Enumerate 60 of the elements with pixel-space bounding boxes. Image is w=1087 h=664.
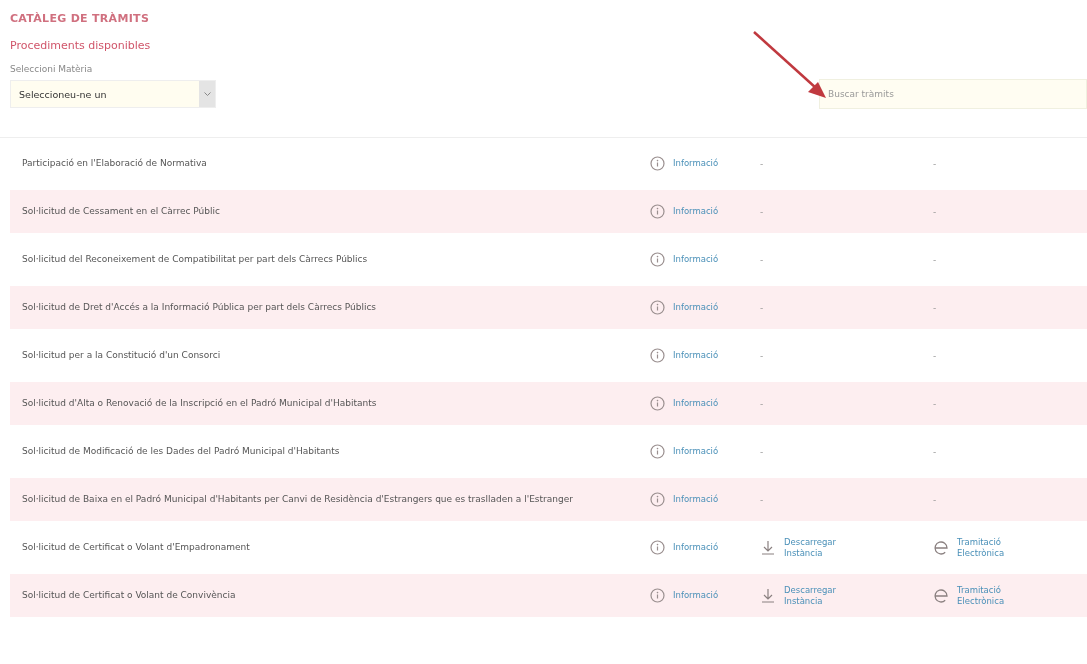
procedure-name: Sol·licitud d'Alta o Renovació de la Inscripció en el Padró Municipal d'Habitants xyxy=(21,397,378,410)
empty-dash: - xyxy=(933,350,937,361)
search-field[interactable]: Buscar tràmits xyxy=(819,79,1087,109)
information-link[interactable]: Informació xyxy=(673,206,735,217)
info-icon xyxy=(650,252,665,267)
processing-link[interactable]: Tramitació Electrònica xyxy=(957,584,1019,607)
download-icon xyxy=(760,587,776,604)
procedure-name: Participació en l'Elaboració de Normativa xyxy=(21,157,208,170)
download-link[interactable]: Descarregar Instància xyxy=(784,584,846,607)
info-icon xyxy=(650,156,665,171)
information-link[interactable]: Informació xyxy=(673,302,735,313)
empty-dash: - xyxy=(760,350,764,361)
e-icon xyxy=(933,587,949,604)
info-icon xyxy=(650,204,665,219)
information-link[interactable]: Informació xyxy=(673,446,735,457)
processing-link[interactable]: Tramitació Electrònica xyxy=(957,536,1019,559)
info-icon xyxy=(650,588,665,603)
procedure-name: Sol·licitud de Baixa en el Padró Municipal d'Habitants per Canvi de Residència d'Estrangers que es traslladen a l'Estranger xyxy=(21,493,574,506)
info-icon xyxy=(650,300,665,315)
empty-dash: - xyxy=(933,446,937,457)
empty-dash: - xyxy=(760,158,764,169)
information-link[interactable]: Informació xyxy=(673,590,735,601)
info-icon xyxy=(650,348,665,363)
empty-dash: - xyxy=(933,494,937,505)
info-icon xyxy=(650,396,665,411)
empty-dash: - xyxy=(760,206,764,217)
empty-dash: - xyxy=(933,302,937,313)
empty-dash: - xyxy=(933,398,937,409)
information-link[interactable]: Informació xyxy=(673,350,735,361)
section-subtitle: Procediments disponibles xyxy=(10,39,152,52)
empty-dash: - xyxy=(933,158,937,169)
info-icon xyxy=(650,492,665,507)
e-icon xyxy=(933,539,949,556)
empty-dash: - xyxy=(933,206,937,217)
filter-label: Seleccioni Matèria xyxy=(10,64,94,74)
information-link[interactable]: Informació xyxy=(673,158,735,169)
info-icon xyxy=(650,540,665,555)
empty-dash: - xyxy=(933,254,937,265)
procedure-name: Sol·licitud de Modificació de les Dades del Padró Municipal d'Habitants xyxy=(21,445,341,458)
information-link[interactable]: Informació xyxy=(673,398,735,409)
information-link[interactable]: Informació xyxy=(673,542,735,553)
empty-dash: - xyxy=(760,254,764,265)
empty-dash: - xyxy=(760,446,764,457)
procedure-name: Sol·licitud del Reconeixement de Compatibilitat per part dels Càrrecs Públics xyxy=(21,253,369,266)
procedure-name: Sol·licitud per a la Constitució d'un Consorci xyxy=(21,349,222,362)
download-icon xyxy=(760,539,776,556)
procedure-name: Sol·licitud de Cessament en el Càrrec Públic xyxy=(21,205,221,218)
information-link[interactable]: Informació xyxy=(673,254,735,265)
procedure-name: Sol·licitud de Certificat o Volant de Convivència xyxy=(21,589,237,602)
download-link[interactable]: Descarregar Instància xyxy=(784,536,846,559)
subject-select[interactable]: Seleccioneu-ne un xyxy=(10,80,216,108)
procedure-name: Sol·licitud de Dret d'Accés a la Informació Pública per part dels Càrrecs Públics xyxy=(21,301,378,314)
empty-dash: - xyxy=(760,302,764,313)
empty-dash: - xyxy=(760,398,764,409)
info-icon xyxy=(650,444,665,459)
caret-icon xyxy=(203,91,211,97)
page-title: CATÀLEG DE TRÀMITS xyxy=(10,12,151,25)
information-link[interactable]: Informació xyxy=(673,494,735,505)
empty-dash: - xyxy=(760,494,764,505)
procedure-name: Sol·licitud de Certificat o Volant d'Empadronament xyxy=(21,541,251,554)
